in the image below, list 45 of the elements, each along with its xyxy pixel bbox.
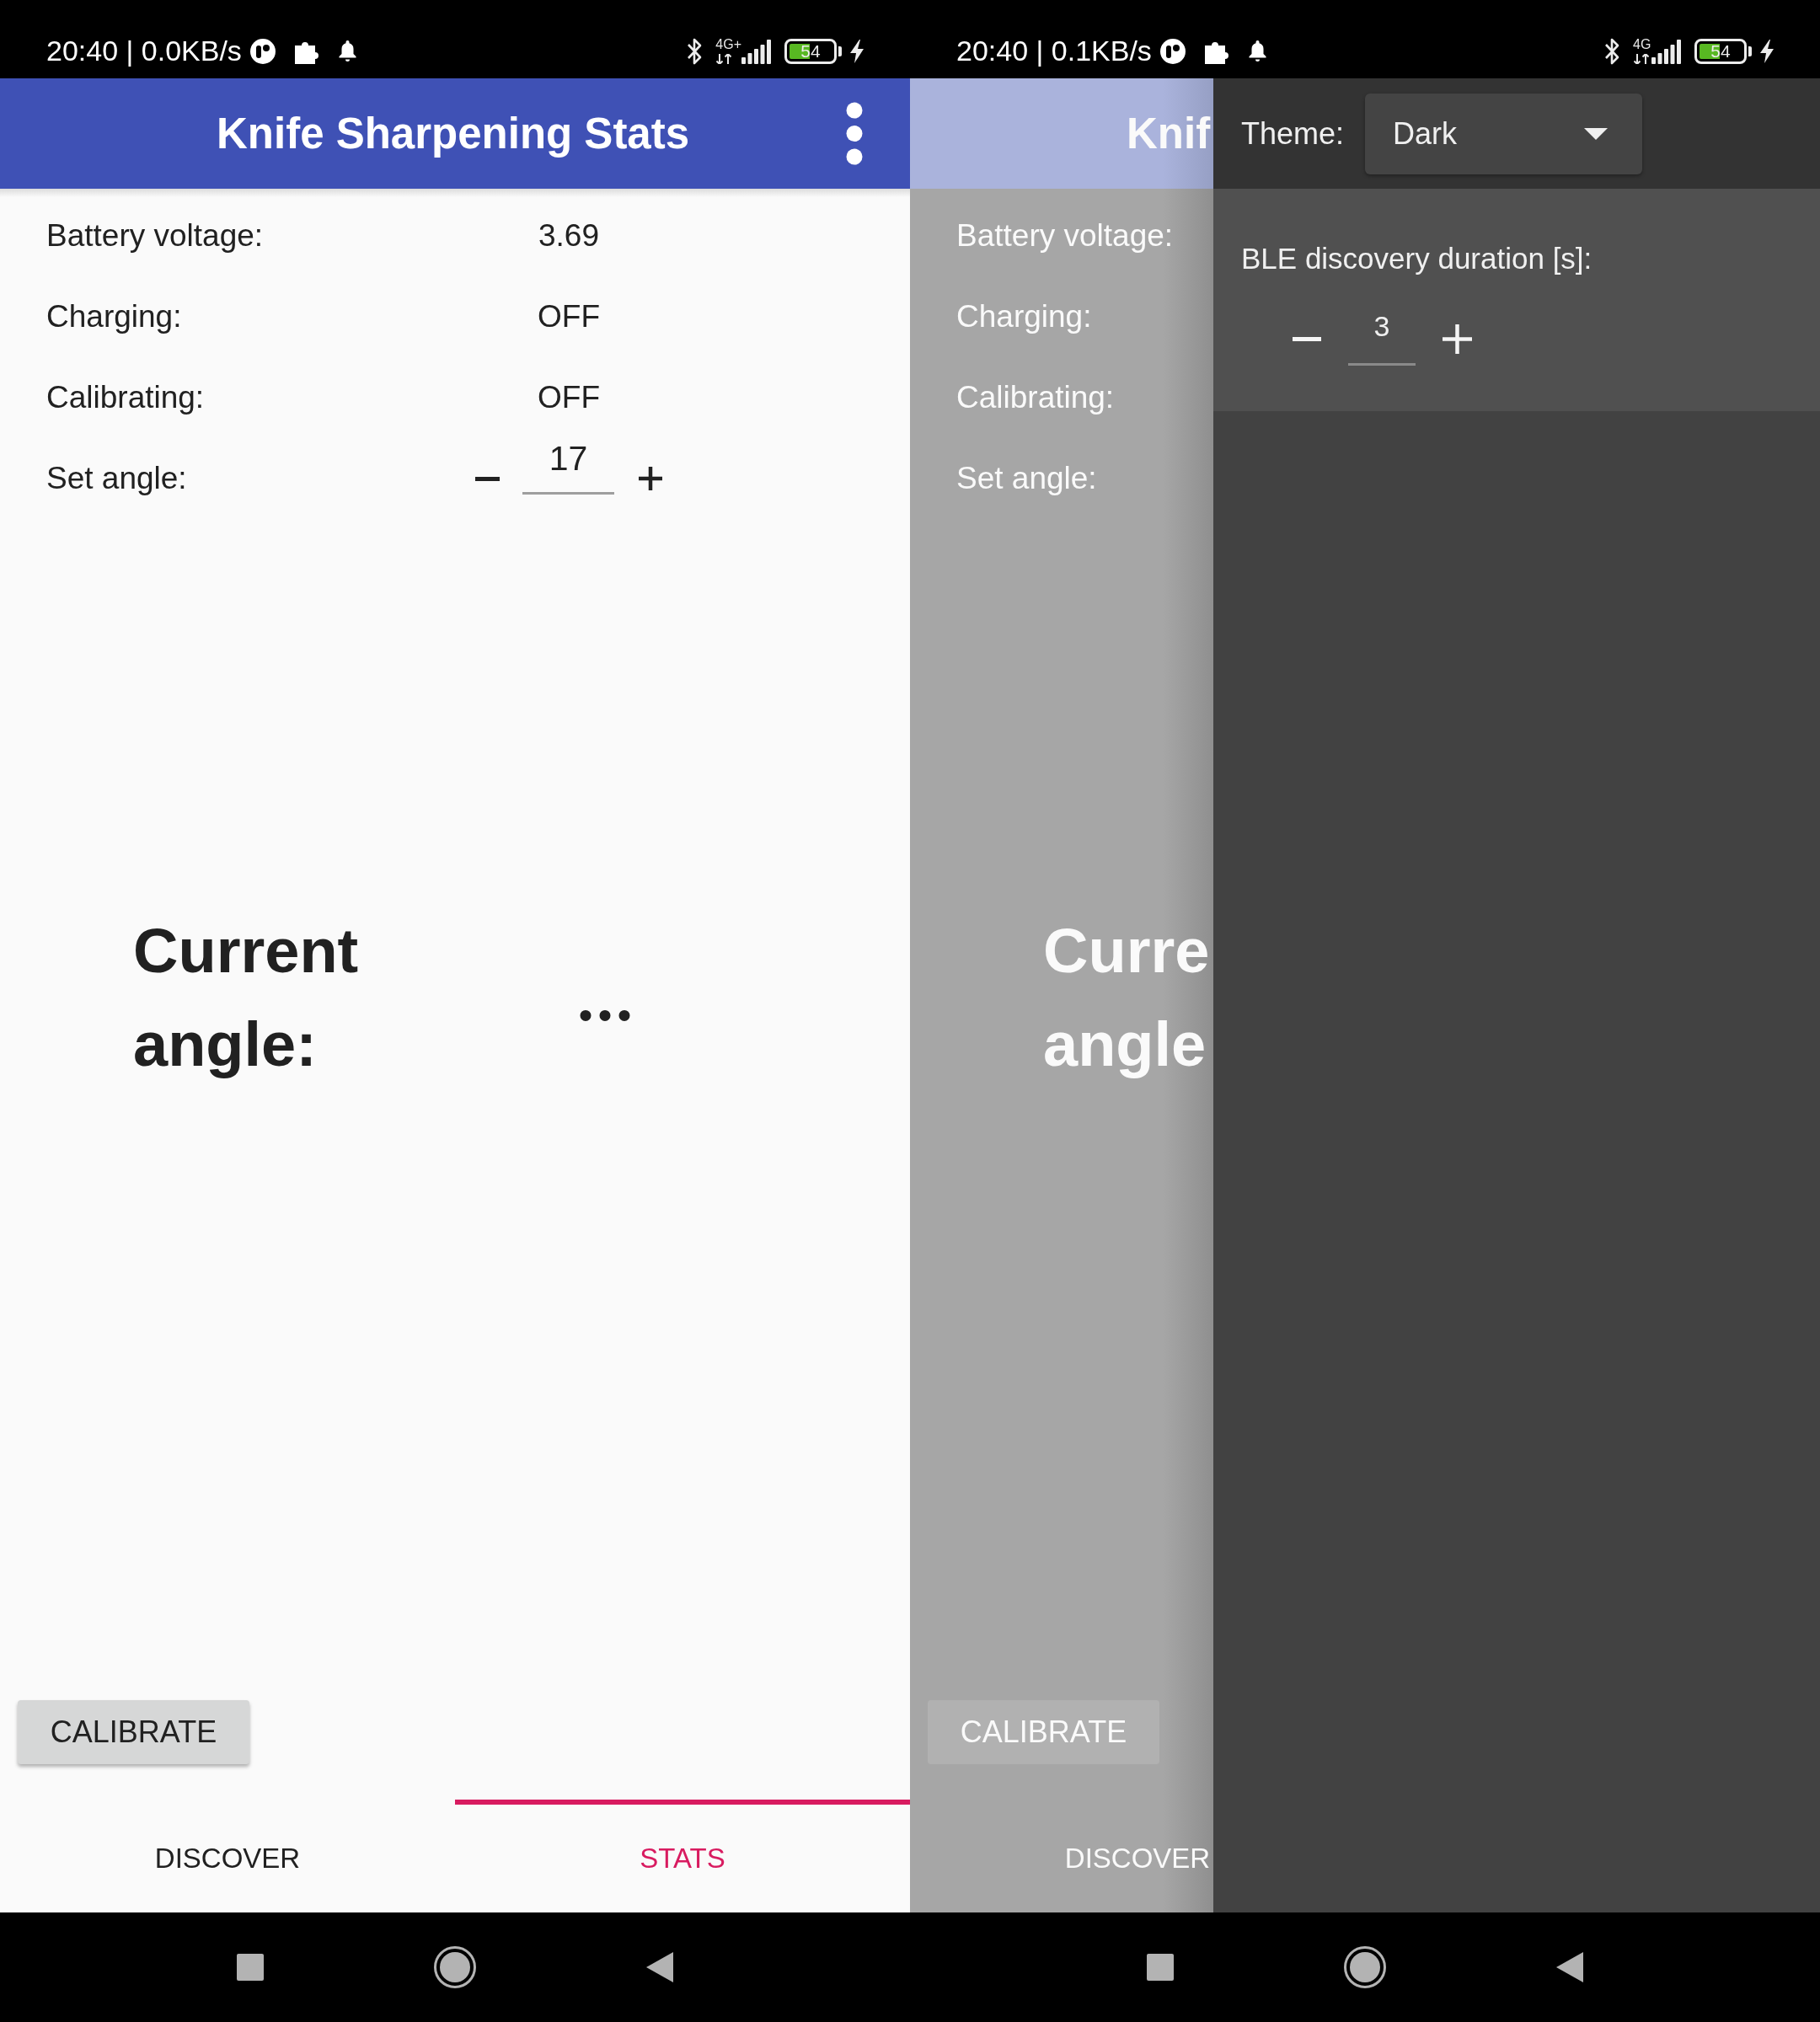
- tab[interactable]: DISCOVER: [0, 1800, 455, 1912]
- stat-label: Battery voltage:: [46, 218, 264, 254]
- minus-icon[interactable]: [475, 476, 500, 481]
- angle-input[interactable]: 17: [522, 429, 614, 495]
- triangle-icon[interactable]: [1556, 1952, 1583, 1982]
- triangle-icon[interactable]: [646, 1952, 673, 1982]
- stat-label: Calibrating:: [46, 380, 205, 415]
- calibrate-button[interactable]: CALIBRATE: [18, 1700, 249, 1764]
- duration-input[interactable]: 3: [1348, 295, 1416, 366]
- signal-bars-icon: [741, 40, 771, 64]
- data-arrows-icon: [1633, 54, 1651, 64]
- circle-logo-icon: [1159, 38, 1186, 64]
- theme-label: Theme:: [1241, 115, 1345, 152]
- angle-value: ...: [577, 959, 635, 1036]
- network-type: 4G+: [715, 38, 741, 51]
- status-text: 20:40 | 0.1KB/s: [956, 35, 1152, 67]
- bluetooth-icon: [1603, 36, 1621, 66]
- circle-icon[interactable]: [434, 1946, 476, 1988]
- caret-icon: [1584, 127, 1609, 140]
- minus-icon[interactable]: [1293, 336, 1321, 341]
- stat-label: Set angle:: [46, 461, 187, 496]
- stat-label: Calibrating:: [956, 380, 1115, 415]
- stat-value: 3.69: [538, 218, 599, 254]
- plus-icon[interactable]: [1443, 324, 1472, 354]
- app-title: Knife Sharpening Stats: [217, 109, 690, 158]
- lightning-icon: [1760, 39, 1774, 63]
- stat-label: Charging:: [956, 299, 1092, 334]
- circle-icon[interactable]: [1344, 1946, 1386, 1988]
- signal-bars-icon: [1651, 40, 1681, 64]
- stat-value: OFF: [538, 380, 600, 415]
- angle-label: Curre angle: [1043, 915, 1210, 1081]
- more-icon[interactable]: [846, 102, 863, 165]
- lightning-icon: [850, 39, 864, 63]
- angle-label: Current angle:: [133, 915, 359, 1081]
- stat-value: OFF: [538, 299, 600, 334]
- status-text: 20:40 | 0.0KB/s: [46, 35, 242, 67]
- app-title: Knif: [1127, 109, 1211, 158]
- theme-dropdown[interactable]: Dark: [1365, 93, 1643, 174]
- plus-icon[interactable]: [639, 467, 662, 490]
- circle-logo-icon: [249, 38, 276, 64]
- network-type: 4G: [1633, 38, 1651, 51]
- stat-label: Charging:: [46, 299, 182, 334]
- setting-label: BLE discovery duration [s]:: [1241, 242, 1592, 275]
- stat-label: Battery voltage:: [956, 218, 1174, 254]
- stat-label: Set angle:: [956, 461, 1097, 496]
